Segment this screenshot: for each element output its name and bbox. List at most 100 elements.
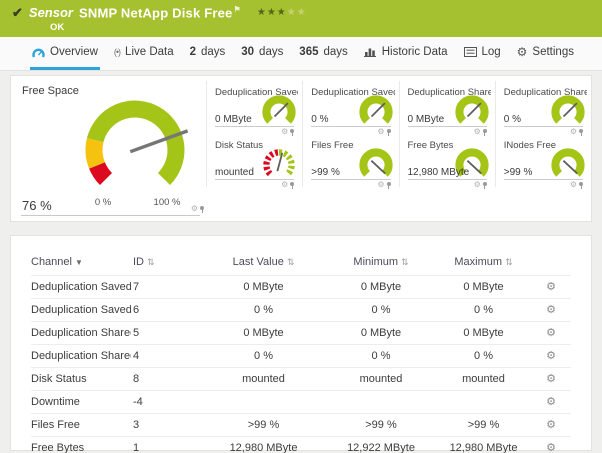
channel-settings-icon[interactable]: ⚙ <box>546 442 556 453</box>
gear-icon[interactable]: ⚙ <box>570 181 577 189</box>
channel-name: Deduplication Saved Sp... <box>31 304 131 316</box>
gauge-mini-icons: ⚙ <box>570 181 583 189</box>
channel-name: Files Free <box>31 419 131 431</box>
pin-icon[interactable] <box>290 182 294 186</box>
gauge-value: 0 MByte <box>408 114 445 125</box>
column-label: Minimum <box>353 256 398 268</box>
channel-settings-icon[interactable]: ⚙ <box>546 304 556 316</box>
channel-id: 6 <box>131 304 201 316</box>
free-space-gauge[interactable]: Free Space 76 % 0 % 100 % ⚙ <box>11 76 206 221</box>
column-header-channel[interactable]: Channel▼ <box>31 256 131 268</box>
channel-name: Free Bytes <box>31 442 131 453</box>
gear-icon[interactable]: ⚙ <box>377 181 384 189</box>
channel-id: 5 <box>131 327 201 339</box>
gauge-needle <box>371 161 385 174</box>
column-label: ID <box>133 256 144 268</box>
gauge-needle <box>467 103 480 116</box>
tab-365-days[interactable]: 365days <box>297 37 349 70</box>
gauge-value: 0 MByte <box>215 114 252 125</box>
channel-maximum: 0 MByte <box>436 327 531 339</box>
settings-gear-icon: ⚙ <box>517 46 528 58</box>
bar-chart-icon <box>364 47 377 57</box>
gauge-cell-free-bytes[interactable]: Free Bytes 12,980 MByte ⚙ <box>399 134 495 187</box>
free-space-value: 76 % <box>22 198 52 213</box>
tab-overview[interactable]: Overview <box>30 37 100 70</box>
tab-365-days-unit: days <box>323 46 347 58</box>
channel-name: Downtime <box>31 396 131 408</box>
channel-maximum: 0 % <box>436 350 531 362</box>
pin-icon[interactable] <box>200 206 204 210</box>
gauge-cell-disk-status[interactable]: Disk Status mounted ⚙ <box>206 134 302 187</box>
channel-minimum: >99 % <box>326 419 436 431</box>
table-row: Deduplication Shared S... 5 0 MByte 0 MB… <box>31 321 571 344</box>
tab-historic-data[interactable]: Historic Data <box>362 37 450 70</box>
tab-log[interactable]: Log <box>462 37 503 70</box>
column-header-maximum[interactable]: Maximum⇅ <box>436 256 531 268</box>
channel-minimum: mounted <box>326 373 436 385</box>
channel-settings-icon[interactable]: ⚙ <box>546 350 556 362</box>
channel-id: 4 <box>131 350 201 362</box>
prtg-sensor-page: ✔ Sensor SNMP NetApp Disk Free⚑ ★★★★★ OK… <box>0 0 602 453</box>
gauge-dial-segmented <box>261 147 297 183</box>
gauge-needle <box>275 103 288 116</box>
gauge-cell-files-free[interactable]: Files Free >99 % ⚙ <box>302 134 398 187</box>
free-space-gauge-dial <box>73 88 197 212</box>
pin-icon[interactable] <box>579 129 583 133</box>
table-row: Deduplication Saved Sp... 6 0 % 0 % 0 % … <box>31 298 571 321</box>
channel-last-value: 12,980 MByte <box>201 442 326 453</box>
gauge-dial <box>454 94 490 130</box>
pin-icon[interactable] <box>290 129 294 133</box>
table-row: Deduplication Shared S... 4 0 % 0 % 0 % … <box>31 344 571 367</box>
channel-settings-icon[interactable]: ⚙ <box>546 396 556 408</box>
channel-maximum: >99 % <box>436 419 531 431</box>
column-header-last-value[interactable]: Last Value⇅ <box>201 256 326 268</box>
channel-settings-icon[interactable]: ⚙ <box>546 281 556 293</box>
channel-minimum: 0 % <box>326 350 436 362</box>
gauge-value: 12,980 MByte <box>408 167 470 178</box>
channel-last-value: 0 % <box>201 350 326 362</box>
sensor-title: SNMP NetApp Disk Free⚑ <box>79 5 241 20</box>
tab-settings-label: Settings <box>532 46 574 58</box>
tab-live-data[interactable]: (•) Live Data <box>112 37 176 70</box>
free-space-gauge-title: Free Space <box>22 85 79 97</box>
priority-stars[interactable]: ★★★★★ <box>257 7 307 18</box>
pin-icon[interactable] <box>387 129 391 133</box>
flag-icon[interactable]: ⚑ <box>233 5 240 14</box>
gauge-cell-dedup-shared-bytes[interactable]: Deduplication Shared ... 0 MByte ⚙ <box>399 81 495 134</box>
tab-live-data-label: Live Data <box>125 46 174 58</box>
pin-icon[interactable] <box>387 182 391 186</box>
tab-30-days-number: 30 <box>241 46 254 58</box>
channel-table-panel: Channel▼ ID⇅ Last Value⇅ Minimum⇅ Maximu… <box>10 235 592 451</box>
gear-icon[interactable]: ⚙ <box>474 181 481 189</box>
sensor-status-badge: OK <box>50 22 592 33</box>
gauge-value: 0 % <box>504 114 521 125</box>
gear-icon[interactable]: ⚙ <box>281 181 288 189</box>
pin-icon[interactable] <box>483 182 487 186</box>
table-row: Free Bytes 1 12,980 MByte 12,922 MByte 1… <box>31 436 571 453</box>
column-header-id[interactable]: ID⇅ <box>131 256 201 268</box>
gauge-cell-dedup-shared-percent[interactable]: Deduplication Shared ... 0 % ⚙ <box>495 81 591 134</box>
ok-check-icon: ✔ <box>12 6 23 19</box>
pin-icon[interactable] <box>579 182 583 186</box>
column-header-minimum[interactable]: Minimum⇅ <box>326 256 436 268</box>
gauge-needle <box>563 161 577 174</box>
channel-settings-icon[interactable]: ⚙ <box>546 373 556 385</box>
stars-empty[interactable]: ★★ <box>287 7 307 18</box>
gear-icon[interactable]: ⚙ <box>191 205 198 213</box>
channel-minimum: 0 % <box>326 304 436 316</box>
gauge-cell-dedup-saved-bytes[interactable]: Deduplication Saved S... 0 MByte ⚙ <box>206 81 302 134</box>
channel-minimum: 0 MByte <box>326 327 436 339</box>
sort-icon: ⇅ <box>287 257 295 267</box>
pin-icon[interactable] <box>483 129 487 133</box>
tab-settings[interactable]: ⚙ Settings <box>515 37 576 70</box>
gauge-value: >99 % <box>311 167 340 178</box>
channel-settings-icon[interactable]: ⚙ <box>546 419 556 431</box>
channel-name: Deduplication Saved Sp... <box>31 281 131 293</box>
channel-settings-icon[interactable]: ⚙ <box>546 327 556 339</box>
tab-30-days[interactable]: 30days <box>239 37 285 70</box>
free-space-scale-min: 0 % <box>91 197 115 208</box>
gauge-cell-inodes-free[interactable]: INodes Free >99 % ⚙ <box>495 134 591 187</box>
gauge-cell-dedup-saved-percent[interactable]: Deduplication Saved S... 0 % ⚙ <box>302 81 398 134</box>
stars-filled[interactable]: ★★★ <box>257 7 287 18</box>
tab-2-days[interactable]: 2days <box>188 37 228 70</box>
